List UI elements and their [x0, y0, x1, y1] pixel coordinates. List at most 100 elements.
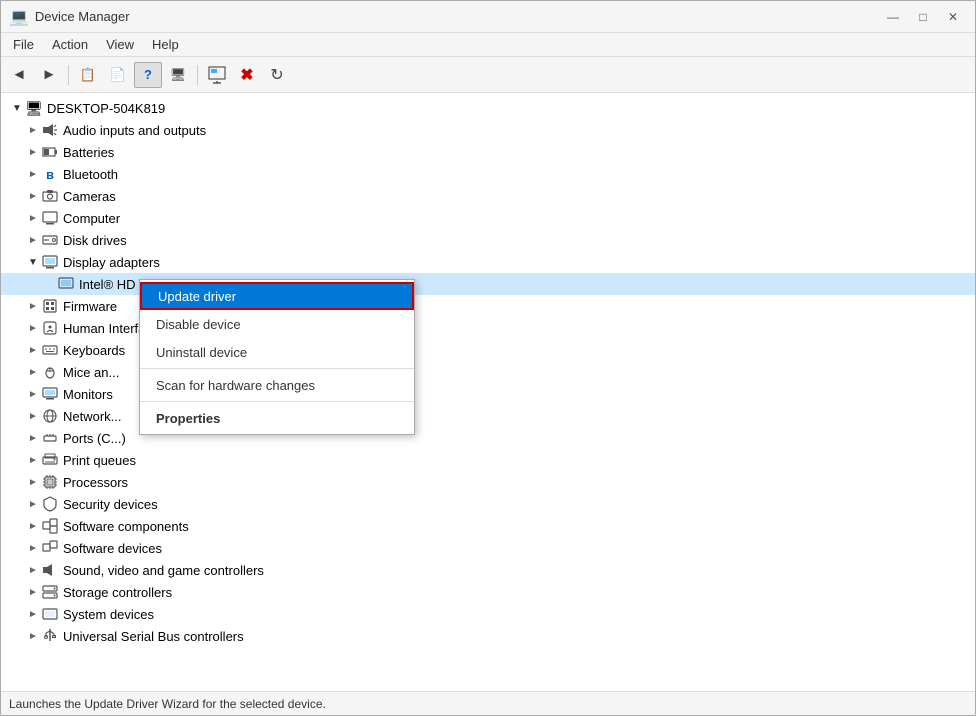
- tree-item-swdevices[interactable]: ► Software devices: [1, 537, 975, 559]
- context-menu: Update driver Disable device Uninstall d…: [139, 279, 415, 435]
- bluetooth-label: Bluetooth: [63, 167, 118, 182]
- network-expand[interactable]: ►: [25, 408, 41, 424]
- menu-file[interactable]: File: [5, 35, 42, 54]
- storage-expand[interactable]: ►: [25, 584, 41, 600]
- keyboards-expand[interactable]: ►: [25, 342, 41, 358]
- forward-button[interactable]: ►: [35, 62, 63, 88]
- batteries-icon: [41, 143, 59, 161]
- batteries-expand[interactable]: ►: [25, 144, 41, 160]
- back-button[interactable]: ◄: [5, 62, 33, 88]
- sysdevices-label: System devices: [63, 607, 154, 622]
- properties-button[interactable]: 📋: [74, 62, 102, 88]
- diskdrives-icon: [41, 231, 59, 249]
- bluetooth-expand[interactable]: ►: [25, 166, 41, 182]
- tree-item-sound[interactable]: ► Sound, video and game controllers: [1, 559, 975, 581]
- displayadapters-icon: [41, 253, 59, 271]
- help-button[interactable]: ?: [134, 62, 162, 88]
- menu-view[interactable]: View: [98, 35, 142, 54]
- computer-label: Computer: [63, 211, 120, 226]
- hid-icon: [41, 319, 59, 337]
- network-icon: [41, 407, 59, 425]
- usb-expand[interactable]: ►: [25, 628, 41, 644]
- bluetooth-icon: ʙ: [41, 165, 59, 183]
- cameras-expand[interactable]: ►: [25, 188, 41, 204]
- sound-expand[interactable]: ►: [25, 562, 41, 578]
- ctx-scan-hardware[interactable]: Scan for hardware changes: [140, 371, 414, 399]
- monitors-label: Monitors: [63, 387, 113, 402]
- printqueues-label: Print queues: [63, 453, 136, 468]
- title-bar-controls: — □ ✕: [879, 7, 967, 27]
- tree-root[interactable]: ▼ 🖥 DESKTOP-504K819: [1, 97, 975, 119]
- batteries-label: Batteries: [63, 145, 114, 160]
- minimize-button[interactable]: —: [879, 7, 907, 27]
- title-bar: 💻 Device Manager — □ ✕: [1, 1, 975, 33]
- diskdrives-label: Disk drives: [63, 233, 127, 248]
- add-button[interactable]: [203, 62, 231, 88]
- monitor-button[interactable]: 🖥: [164, 62, 192, 88]
- computer-icon: [41, 209, 59, 227]
- monitors-expand[interactable]: ►: [25, 386, 41, 402]
- displayadapters-expand[interactable]: ▼: [25, 254, 41, 270]
- driver-button[interactable]: 📄: [104, 62, 132, 88]
- tree-item-displayadapters[interactable]: ▼ Display adapters: [1, 251, 975, 273]
- firmware-expand[interactable]: ►: [25, 298, 41, 314]
- cameras-icon: [41, 187, 59, 205]
- computer-expand[interactable]: ►: [25, 210, 41, 226]
- ctx-separator-2: [140, 401, 414, 402]
- tree-item-bluetooth[interactable]: ► ʙ Bluetooth: [1, 163, 975, 185]
- monitors-icon: [41, 385, 59, 403]
- diskdrives-expand[interactable]: ►: [25, 232, 41, 248]
- tree-item-swcomponents[interactable]: ► Software components: [1, 515, 975, 537]
- ctx-properties[interactable]: Properties: [140, 404, 414, 432]
- refresh-button[interactable]: ↻: [263, 62, 291, 88]
- root-expand[interactable]: ▼: [9, 100, 25, 116]
- ctx-disable-device[interactable]: Disable device: [140, 310, 414, 338]
- keyboards-label: Keyboards: [63, 343, 125, 358]
- tree-item-security[interactable]: ► Security devices: [1, 493, 975, 515]
- swcomponents-expand[interactable]: ►: [25, 518, 41, 534]
- device-manager-window: 💻 Device Manager — □ ✕ File Action View …: [0, 0, 976, 716]
- tree-item-batteries[interactable]: ► Batteries: [1, 141, 975, 163]
- menu-action[interactable]: Action: [44, 35, 96, 54]
- printqueues-icon: [41, 451, 59, 469]
- menu-bar: File Action View Help: [1, 33, 975, 57]
- tree-item-diskdrives[interactable]: ► Disk drives: [1, 229, 975, 251]
- storage-label: Storage controllers: [63, 585, 172, 600]
- swcomponents-icon: [41, 517, 59, 535]
- tree-item-sysdevices[interactable]: ► System devices: [1, 603, 975, 625]
- audio-expand[interactable]: ►: [25, 122, 41, 138]
- remove-button[interactable]: ✖: [233, 62, 261, 88]
- sysdevices-icon: [41, 605, 59, 623]
- ctx-separator: [140, 368, 414, 369]
- status-bar: Launches the Update Driver Wizard for th…: [1, 691, 975, 715]
- tree-item-computer[interactable]: ► Computer: [1, 207, 975, 229]
- processors-icon: [41, 473, 59, 491]
- main-content: ▼ 🖥 DESKTOP-504K819 ► Audio inputs and o…: [1, 93, 975, 691]
- title-bar-left: 💻 Device Manager: [9, 7, 130, 27]
- tree-item-audio[interactable]: ► Audio inputs and outputs: [1, 119, 975, 141]
- security-expand[interactable]: ►: [25, 496, 41, 512]
- firmware-label: Firmware: [63, 299, 117, 314]
- maximize-button[interactable]: □: [909, 7, 937, 27]
- processors-label: Processors: [63, 475, 128, 490]
- mice-expand[interactable]: ►: [25, 364, 41, 380]
- processors-expand[interactable]: ►: [25, 474, 41, 490]
- swdevices-expand[interactable]: ►: [25, 540, 41, 556]
- hid-expand[interactable]: ►: [25, 320, 41, 336]
- printqueues-expand[interactable]: ►: [25, 452, 41, 468]
- sound-icon: [41, 561, 59, 579]
- audio-icon: [41, 121, 59, 139]
- tree-item-printqueues[interactable]: ► Print queues: [1, 449, 975, 471]
- ports-expand[interactable]: ►: [25, 430, 41, 446]
- app-icon: 💻: [9, 7, 29, 27]
- ctx-update-driver[interactable]: Update driver: [140, 282, 414, 310]
- ctx-uninstall-device[interactable]: Uninstall device: [140, 338, 414, 366]
- tree-item-processors[interactable]: ► Processors: [1, 471, 975, 493]
- sysdevices-expand[interactable]: ►: [25, 606, 41, 622]
- tree-item-cameras[interactable]: ► Cameras: [1, 185, 975, 207]
- menu-help[interactable]: Help: [144, 35, 187, 54]
- close-button[interactable]: ✕: [939, 7, 967, 27]
- toolbar-separator-1: [68, 65, 69, 85]
- tree-item-usb[interactable]: ► Universal Serial Bus controllers: [1, 625, 975, 647]
- tree-item-storage[interactable]: ► Storage controllers: [1, 581, 975, 603]
